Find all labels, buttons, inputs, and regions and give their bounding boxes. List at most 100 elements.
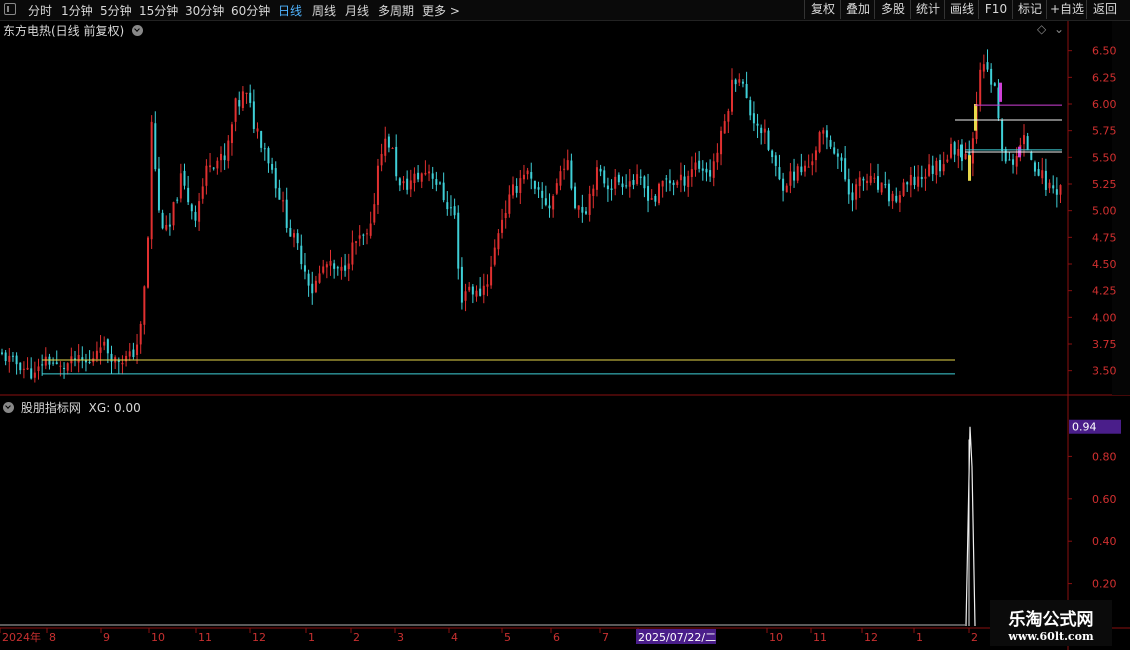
candle-body — [767, 130, 770, 150]
candle-body — [731, 79, 733, 112]
candle-body — [303, 265, 306, 272]
candle-body — [928, 164, 931, 176]
candle-body — [603, 170, 606, 184]
candle-body — [668, 180, 671, 184]
indicator-tick-label-1: 0.60 — [1092, 493, 1117, 506]
candle-body — [176, 199, 179, 201]
candle-body — [1012, 159, 1015, 165]
candle-body — [194, 211, 197, 221]
signal-candle-yellow — [974, 104, 977, 131]
candle-body — [329, 260, 332, 266]
candle-body — [606, 185, 609, 190]
candle-body — [285, 199, 288, 228]
candle-body — [679, 174, 682, 181]
time-label-3: 10 — [151, 631, 165, 644]
candle-body — [230, 124, 233, 144]
candle-body — [829, 139, 832, 147]
price-tick-label-0: 6.50 — [1092, 45, 1117, 58]
candle-body — [986, 62, 989, 70]
candle-body — [347, 263, 350, 270]
candle-body — [95, 350, 98, 359]
candle-body — [296, 233, 299, 244]
candle-body — [913, 176, 916, 186]
candle-body — [136, 344, 139, 356]
candle-body — [793, 171, 796, 181]
candle-body — [387, 136, 390, 148]
candle-body — [168, 224, 171, 227]
candle-body — [658, 183, 660, 204]
candle-body — [818, 132, 821, 152]
candle-body — [311, 283, 314, 294]
indicator-title: 股朋指标网 — [20, 401, 81, 415]
candle-body — [395, 146, 398, 177]
candle-body — [982, 64, 985, 72]
candle-body — [183, 170, 186, 186]
candle-body — [526, 170, 529, 175]
candle-body — [504, 213, 507, 219]
time-label-9: 4 — [451, 631, 458, 644]
time-label-14: 10 — [769, 631, 783, 644]
candle-body — [26, 367, 29, 370]
candle-body — [37, 366, 40, 372]
candle-body — [741, 81, 744, 84]
chevron-down-icon[interactable] — [132, 25, 144, 36]
indicator-tick-label-3: 0.20 — [1092, 578, 1117, 591]
candle-body — [165, 224, 168, 230]
candle-body — [672, 182, 675, 185]
candle-body — [380, 153, 383, 166]
candle-body — [190, 204, 193, 212]
indicator-chevron-icon[interactable] — [3, 402, 14, 413]
candle-body — [694, 162, 697, 170]
candle-body — [898, 195, 901, 203]
candle-body — [844, 158, 847, 180]
candle-body — [720, 130, 723, 155]
candle-body — [66, 363, 69, 371]
candle-body — [212, 167, 215, 169]
candle-body — [263, 148, 266, 150]
candle-body — [891, 193, 894, 202]
stock-chart[interactable]: 6.50 6.25 6.00 5.75 5.50 5.25 5.00 4.75 4.50 4.25… — [0, 0, 1130, 650]
candle-body — [1033, 162, 1036, 172]
candle-body — [796, 166, 799, 181]
candle-body — [238, 100, 241, 107]
candle-body — [11, 355, 14, 357]
candle-body — [716, 152, 719, 163]
candle-body — [486, 284, 489, 287]
candle-body — [515, 185, 518, 193]
candle-body — [548, 205, 551, 209]
settings-chevron-icon[interactable]: ⌄ — [1054, 22, 1064, 36]
candle-body — [866, 180, 869, 184]
candle-body — [869, 175, 872, 183]
watermark-url: www.60lt.com — [1008, 630, 1094, 643]
candle-body — [552, 196, 555, 210]
indicator-current-label: 0.94 — [1072, 421, 1097, 434]
candle-body — [950, 143, 952, 158]
candle-body — [800, 166, 803, 173]
price-tick-label-1: 6.25 — [1092, 71, 1117, 84]
candle-body — [125, 355, 128, 362]
candle-body — [460, 266, 463, 303]
main-title: 东方电热(日线 前复权) — [3, 24, 125, 38]
diamond-icon[interactable]: ◇ — [1037, 22, 1046, 36]
candle-body — [851, 192, 854, 201]
candle-body — [103, 341, 106, 346]
candle-body — [355, 241, 358, 243]
candle-body — [676, 181, 679, 185]
candle-body — [227, 140, 230, 161]
candle-body — [636, 174, 639, 185]
candle-body — [537, 187, 540, 190]
time-label-11: 6 — [553, 631, 560, 644]
price-tick-label-11: 3.75 — [1092, 338, 1117, 351]
price-tick-label-3: 5.75 — [1092, 125, 1117, 138]
candle-body — [267, 148, 270, 164]
candle-body — [340, 266, 343, 271]
candle-body — [245, 92, 248, 95]
candle-body — [391, 147, 394, 149]
candle-body — [887, 183, 890, 202]
candle-body — [559, 171, 562, 186]
time-label-10: 5 — [504, 631, 511, 644]
candle-body — [373, 204, 376, 223]
candle-body — [501, 219, 504, 233]
candle-body — [855, 184, 858, 200]
candle-body — [760, 127, 763, 134]
